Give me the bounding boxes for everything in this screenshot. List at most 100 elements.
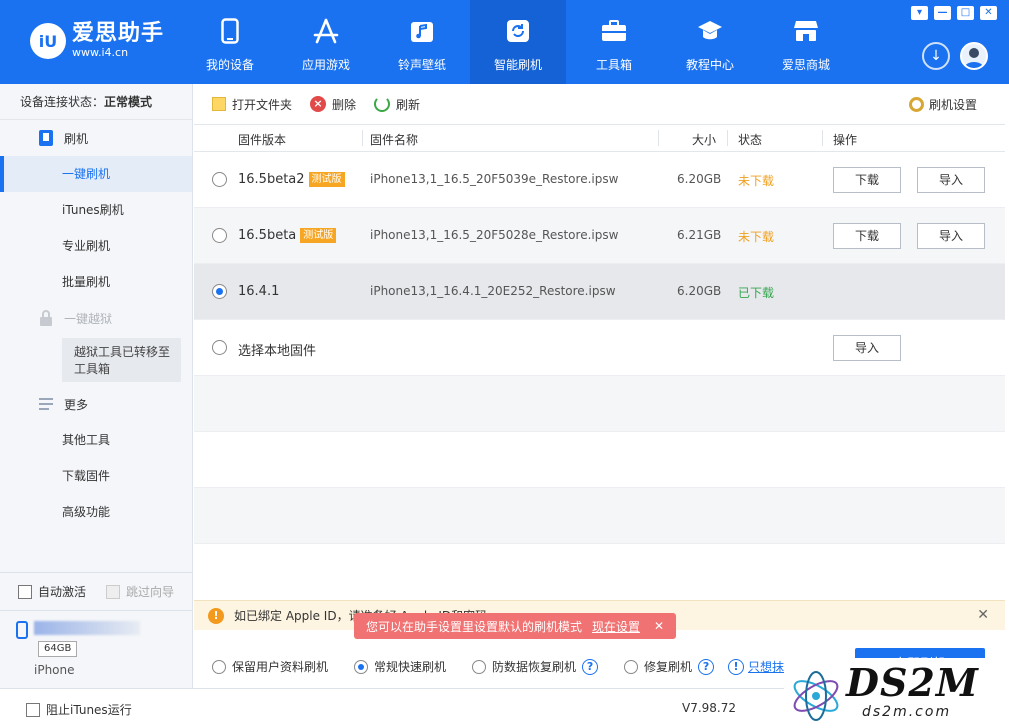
firmware-version: 16.5beta2 [238,172,305,187]
logo-mark: iU [30,23,66,59]
download-button[interactable]: 下载 [833,223,901,249]
set-now-link[interactable]: 现在设置 [592,618,640,635]
user-avatar[interactable] [960,42,988,70]
delete-icon: × [310,96,327,112]
local-firmware-row[interactable]: 选择本地固件 导入 [194,320,1005,376]
firmware-size: 6.20GB [677,284,722,298]
mode-keep-data[interactable]: 保留用户资料刷机 [212,658,328,675]
gear-icon [908,97,924,112]
flash-settings-button[interactable]: 刷机设置 [908,96,977,113]
toolbar: 打开文件夹 × 删除 刷新 [194,84,1009,124]
open-folder-button[interactable]: 打开文件夹 [212,96,292,113]
device-card[interactable]: 64GB iPhone [0,610,192,688]
menu-icon[interactable]: — [934,6,951,20]
device-phone-icon [16,621,28,639]
block-itunes-option[interactable]: 阻止iTunes运行 [26,701,132,718]
device-storage-badge: 64GB [38,641,78,657]
help-icon[interactable]: ? [582,658,599,675]
col-version: 固件版本 [238,133,287,147]
skip-guide-label: 跳过向导 [126,585,175,599]
sidebar-section-more[interactable]: 更多 [0,386,192,422]
sidebar-item-other-tools[interactable]: 其他工具 [0,422,192,458]
flash-device-icon [38,130,54,146]
firmware-radio[interactable] [212,284,227,299]
download-manager-icon[interactable]: ↓ [922,42,950,70]
table-row[interactable]: 16.5beta 测试版 iPhone13,1_16.5_20F5028e_Re… [194,208,1005,264]
import-button[interactable]: 导入 [917,167,985,193]
firmware-radio[interactable] [212,228,227,243]
folder-icon [212,97,226,111]
app-header: iU 爱思助手 www.i4.cn 我的设备 应用游戏 铃声壁纸 智能刷机 工具… [0,0,1009,84]
col-action: 操作 [833,133,858,147]
sidebar-item-download-firmware[interactable]: 下载固件 [0,458,192,494]
sidebar-item-advanced[interactable]: 高级功能 [0,494,192,530]
mode-anti-recovery-radio[interactable] [472,659,486,674]
watermark-text: DS2M [846,660,979,705]
local-firmware-radio[interactable] [212,340,227,355]
watermark-logo-icon [793,671,839,721]
refresh-icon [374,96,391,112]
maximize-icon[interactable]: □ [957,6,974,20]
sidebar-item-batch-flash[interactable]: 批量刷机 [0,264,192,300]
refresh-button[interactable]: 刷新 [374,96,420,113]
nav-apps-games[interactable]: 应用游戏 [278,0,374,84]
empty-row [194,488,1005,544]
sidebar-item-one-click-flash[interactable]: 一键刷机 [0,156,192,192]
lock-icon [38,310,54,326]
firmware-version: 16.4.1 [238,284,280,299]
refresh-cycle-icon [505,18,531,44]
empty-row [194,376,1005,432]
col-size: 大小 [692,133,717,147]
help-icon[interactable]: ? [698,658,715,675]
local-import-button[interactable]: 导入 [833,335,901,361]
notice-close-icon[interactable]: ✕ [977,607,989,623]
nav-my-device[interactable]: 我的设备 [182,0,278,84]
table-row[interactable]: 16.4.1 iPhone13,1_16.4.1_20E252_Restore.… [194,264,1005,320]
mode-quick-radio[interactable] [354,659,368,674]
empty-row [194,432,1005,488]
sidebar-item-pro-flash[interactable]: 专业刷机 [0,228,192,264]
close-icon[interactable]: ✕ [980,6,997,20]
sidebar-section-jailbreak: 一键越狱 [0,300,192,336]
mode-repair[interactable]: 修复刷机 ? [624,658,715,675]
nav-i4-shop[interactable]: 爱思商城 [758,0,854,84]
firmware-status: 未下载 [738,230,775,244]
nav-smart-flash[interactable]: 智能刷机 [470,0,566,84]
firmware-name: iPhone13,1_16.4.1_20E252_Restore.ipsw [370,284,616,298]
window-controls: ▾ — □ ✕ [911,6,997,20]
sidebar-section-flash[interactable]: 刷机 [0,120,192,156]
block-itunes-checkbox[interactable] [26,702,40,717]
mode-quick[interactable]: 常规快速刷机 [354,658,446,675]
firmware-size: 6.20GB [677,172,722,186]
firmware-radio[interactable] [212,172,227,187]
skip-guide-checkbox [106,584,121,599]
shop-icon [793,18,819,44]
import-button[interactable]: 导入 [917,223,985,249]
flash-panel: 打开文件夹 × 删除 刷新 刷机设置 固件版本 固件名称 大小 状态 操作 16… [194,84,1009,688]
mode-repair-radio[interactable] [624,659,638,674]
mode-keep-data-radio[interactable] [212,659,226,674]
skin-icon[interactable]: ▾ [911,6,928,20]
download-button[interactable]: 下载 [833,167,901,193]
music-icon [409,18,435,44]
nav-tutorial-center[interactable]: 教程中心 [662,0,758,84]
list-icon [38,396,54,412]
sidebar-item-itunes-flash[interactable]: iTunes刷机 [0,192,192,228]
col-status: 状态 [738,133,763,147]
local-firmware-label: 选择本地固件 [238,344,317,359]
mode-anti-recovery[interactable]: 防数据恢复刷机 ? [472,658,599,675]
auto-activate-checkbox[interactable] [18,584,32,599]
nav-ringtones-wallpapers[interactable]: 铃声壁纸 [374,0,470,84]
delete-button[interactable]: × 删除 [310,96,356,113]
app-version: V7.98.72 [682,701,737,715]
table-row[interactable]: 16.5beta2 测试版 iPhone13,1_16.5_20F5039e_R… [194,152,1005,208]
beta-badge: 测试版 [308,172,345,187]
firmware-status: 已下载 [738,286,775,300]
firmware-name: iPhone13,1_16.5_20F5028e_Restore.ipsw [370,228,619,242]
toolbox-icon [601,18,627,44]
col-name: 固件名称 [370,133,419,147]
toast-close-icon[interactable]: ✕ [654,619,664,633]
nav-toolbox[interactable]: 工具箱 [566,0,662,84]
connection-mode: 正常模式 [104,95,153,109]
device-name-blurred [34,621,140,635]
